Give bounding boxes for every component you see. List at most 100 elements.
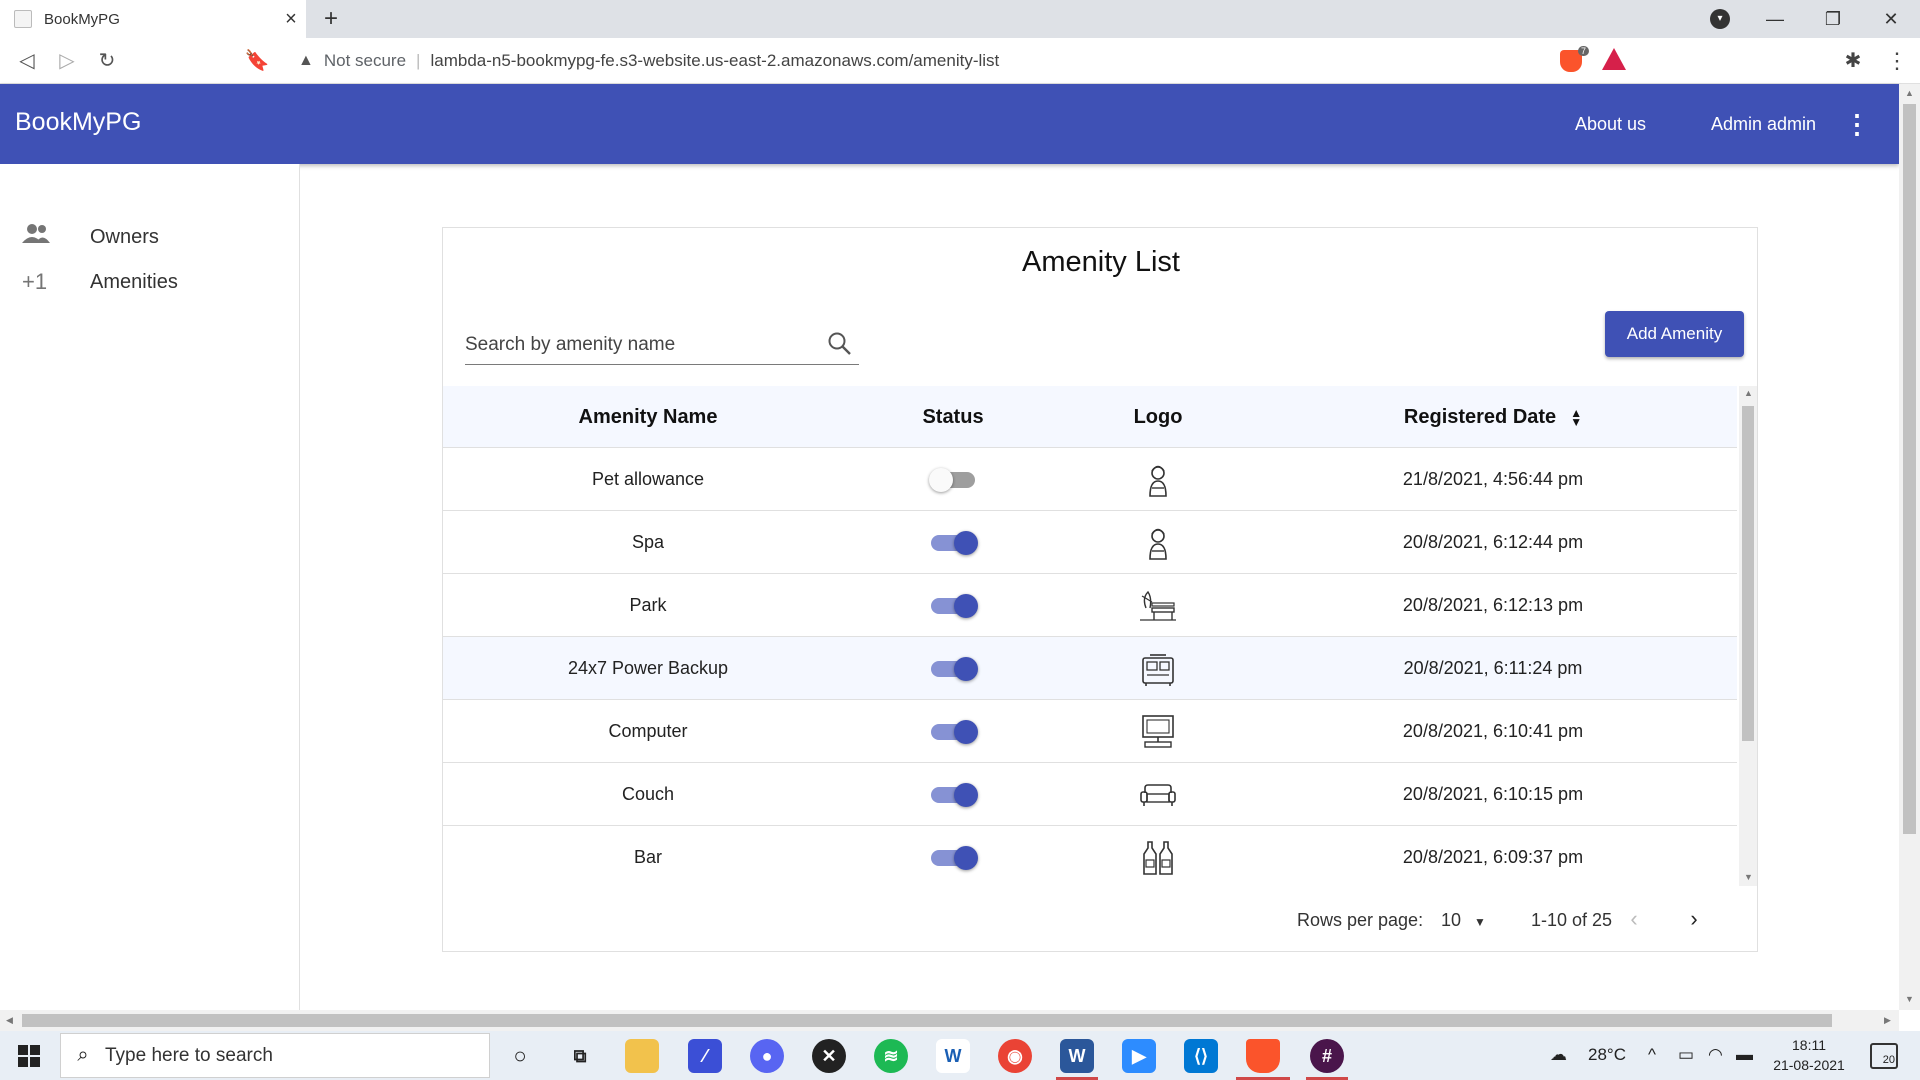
file-explorer-icon[interactable]: [625, 1039, 659, 1073]
browser-menu-icon[interactable]: ⋮: [1882, 46, 1912, 76]
sort-icon[interactable]: ▲ ▼: [1570, 407, 1582, 428]
bookmark-icon[interactable]: 🔖: [242, 46, 272, 76]
table-row[interactable]: Computer 20/8/2021, 6:10:41 pm: [443, 700, 1737, 763]
window-close-icon[interactable]: ✕: [1862, 0, 1920, 38]
vscode-icon[interactable]: ⟨⟩: [1184, 1039, 1218, 1073]
brave-rewards-icon[interactable]: [1602, 48, 1626, 70]
task-view-icon[interactable]: ⧉: [563, 1039, 597, 1073]
add-amenity-button[interactable]: Add Amenity: [1605, 311, 1744, 357]
table-row[interactable]: Bar 20/8/2021, 6:09:37 pm: [443, 826, 1737, 886]
amenity-name: Spa: [631, 532, 665, 552]
weather-icon[interactable]: ☁: [1550, 1045, 1567, 1065]
amenity-table: Amenity Name Status Logo Registered Date…: [443, 386, 1757, 886]
search-icon[interactable]: [827, 331, 853, 357]
xbox-icon[interactable]: ✕: [812, 1039, 846, 1073]
user-menu[interactable]: Admin admin: [1711, 114, 1816, 135]
status-toggle[interactable]: [929, 468, 977, 492]
scroll-right-icon[interactable]: ▶: [1884, 1015, 1891, 1026]
tab-close-icon[interactable]: ×: [276, 8, 306, 31]
status-toggle[interactable]: [931, 720, 978, 744]
sidebar-item-owners[interactable]: Owners: [0, 215, 300, 259]
page-hscrollbar-thumb[interactable]: [22, 1014, 1832, 1027]
park-bench-icon: [1140, 590, 1176, 621]
security-label: Not secure: [323, 51, 407, 70]
page-scrollbar-thumb[interactable]: [1903, 104, 1916, 834]
status-toggle[interactable]: [931, 594, 978, 618]
battery-icon[interactable]: ▬: [1736, 1045, 1753, 1065]
column-header-status: Status: [922, 406, 984, 428]
prev-page-icon[interactable]: ‹: [1619, 904, 1649, 934]
page-vertical-scrollbar[interactable]: ▲ ▼: [1899, 84, 1920, 1010]
new-tab-button[interactable]: +: [316, 4, 346, 34]
browser-tab[interactable]: BookMyPG ×: [0, 0, 306, 38]
word-icon[interactable]: W: [1060, 1039, 1094, 1073]
brave-icon[interactable]: [1246, 1039, 1280, 1073]
address-separator: |: [416, 51, 421, 70]
table-row[interactable]: Park 20/8/2021, 6:12:13 pm: [443, 574, 1737, 637]
table-header: Amenity Name Status Logo Registered Date…: [443, 386, 1737, 448]
table-row[interactable]: Pet allowance 21/8/2021, 4:56:44 pm: [443, 448, 1737, 511]
back-icon[interactable]: ◁: [12, 46, 42, 76]
cortana-icon[interactable]: ○: [503, 1039, 537, 1073]
status-toggle[interactable]: [931, 657, 978, 681]
scroll-up-icon[interactable]: ▲: [1744, 388, 1753, 398]
column-header-name: Amenity Name: [578, 406, 718, 428]
meet-icon[interactable]: ▭: [1678, 1045, 1694, 1065]
notification-center-icon[interactable]: 20: [1870, 1043, 1898, 1069]
app-header: BookMyPG About us Admin admin ⋮: [0, 84, 1899, 164]
scroll-up-icon[interactable]: ▲: [1905, 88, 1914, 98]
next-page-icon[interactable]: ›: [1679, 904, 1709, 934]
table-row[interactable]: Couch 20/8/2021, 6:10:15 pm: [443, 763, 1737, 826]
scroll-down-icon[interactable]: ▼: [1744, 872, 1753, 882]
sidebar-item-label: Owners: [90, 225, 159, 248]
slack-icon[interactable]: #: [1310, 1039, 1344, 1073]
people-icon: [0, 223, 90, 251]
app-icon[interactable]: ⁄: [688, 1039, 722, 1073]
amenity-name: Park: [629, 595, 667, 615]
windows-start-icon[interactable]: [18, 1045, 40, 1067]
minimize-icon[interactable]: —: [1746, 0, 1804, 38]
sidebar-item-amenities[interactable]: +1 Amenities: [0, 260, 300, 304]
registered-date: 20/8/2021, 6:09:37 pm: [1402, 847, 1584, 867]
scroll-left-icon[interactable]: ◀: [6, 1015, 13, 1026]
browser-tab-strip: BookMyPG × + ▾ — ❐ ✕: [0, 0, 1920, 38]
table-scrollbar[interactable]: ▲ ▼: [1739, 386, 1757, 886]
spa-person-icon: [1149, 528, 1167, 560]
taskbar-search[interactable]: ⌕ Type here to search: [60, 1033, 490, 1078]
tab-search-icon[interactable]: ▾: [1710, 9, 1730, 29]
extensions-icon[interactable]: ✱: [1838, 46, 1868, 76]
chrome-icon[interactable]: ◉: [998, 1039, 1032, 1073]
temperature[interactable]: 28°C: [1588, 1045, 1626, 1065]
search-input[interactable]: [465, 331, 815, 359]
address-bar[interactable]: ▲ Not secure | lambda-n5-bookmypg-fe.s3-…: [288, 43, 1638, 79]
wifi-icon[interactable]: ◠: [1708, 1045, 1723, 1065]
clock[interactable]: 18:11 21-08-2021: [1764, 1035, 1854, 1075]
table-scrollbar-thumb[interactable]: [1742, 406, 1754, 741]
column-header-date-label: Registered Date: [1403, 406, 1557, 428]
zoom-icon[interactable]: ▶: [1122, 1039, 1156, 1073]
status-toggle[interactable]: [931, 531, 978, 555]
registered-date: 21/8/2021, 4:56:44 pm: [1402, 469, 1584, 489]
reload-icon[interactable]: ↻: [92, 46, 122, 76]
status-toggle[interactable]: [931, 846, 978, 870]
url-text[interactable]: lambda-n5-bookmypg-fe.s3-website.us-east…: [430, 51, 999, 71]
column-header-date[interactable]: Registered Date ▲ ▼: [1263, 386, 1723, 448]
amenity-name: 24x7 Power Backup: [567, 658, 729, 678]
forward-icon[interactable]: ▷: [52, 46, 82, 76]
rows-per-page-select[interactable]: 10 ▼: [1441, 910, 1486, 931]
status-toggle[interactable]: [931, 783, 978, 807]
table-row[interactable]: 24x7 Power Backup 20/8/2021, 6:11:24 pm: [443, 637, 1737, 700]
computer-icon: [1142, 715, 1174, 748]
tray-chevron-icon[interactable]: ^: [1648, 1045, 1656, 1065]
page-horizontal-scrollbar[interactable]: ◀ ▶: [0, 1010, 1899, 1031]
spotify-icon[interactable]: ≋: [874, 1039, 908, 1073]
favicon-icon: [14, 10, 32, 28]
more-vert-icon[interactable]: ⋮: [1844, 106, 1870, 142]
about-us-link[interactable]: About us: [1575, 114, 1646, 135]
app-w-icon[interactable]: W: [936, 1039, 970, 1073]
discord-icon[interactable]: ●: [750, 1039, 784, 1073]
table-row[interactable]: Spa 20/8/2021, 6:12:44 pm: [443, 511, 1737, 574]
scroll-down-icon[interactable]: ▼: [1905, 994, 1914, 1004]
brand-logo-text[interactable]: BookMyPG: [15, 108, 141, 137]
restore-icon[interactable]: ❐: [1804, 0, 1862, 38]
